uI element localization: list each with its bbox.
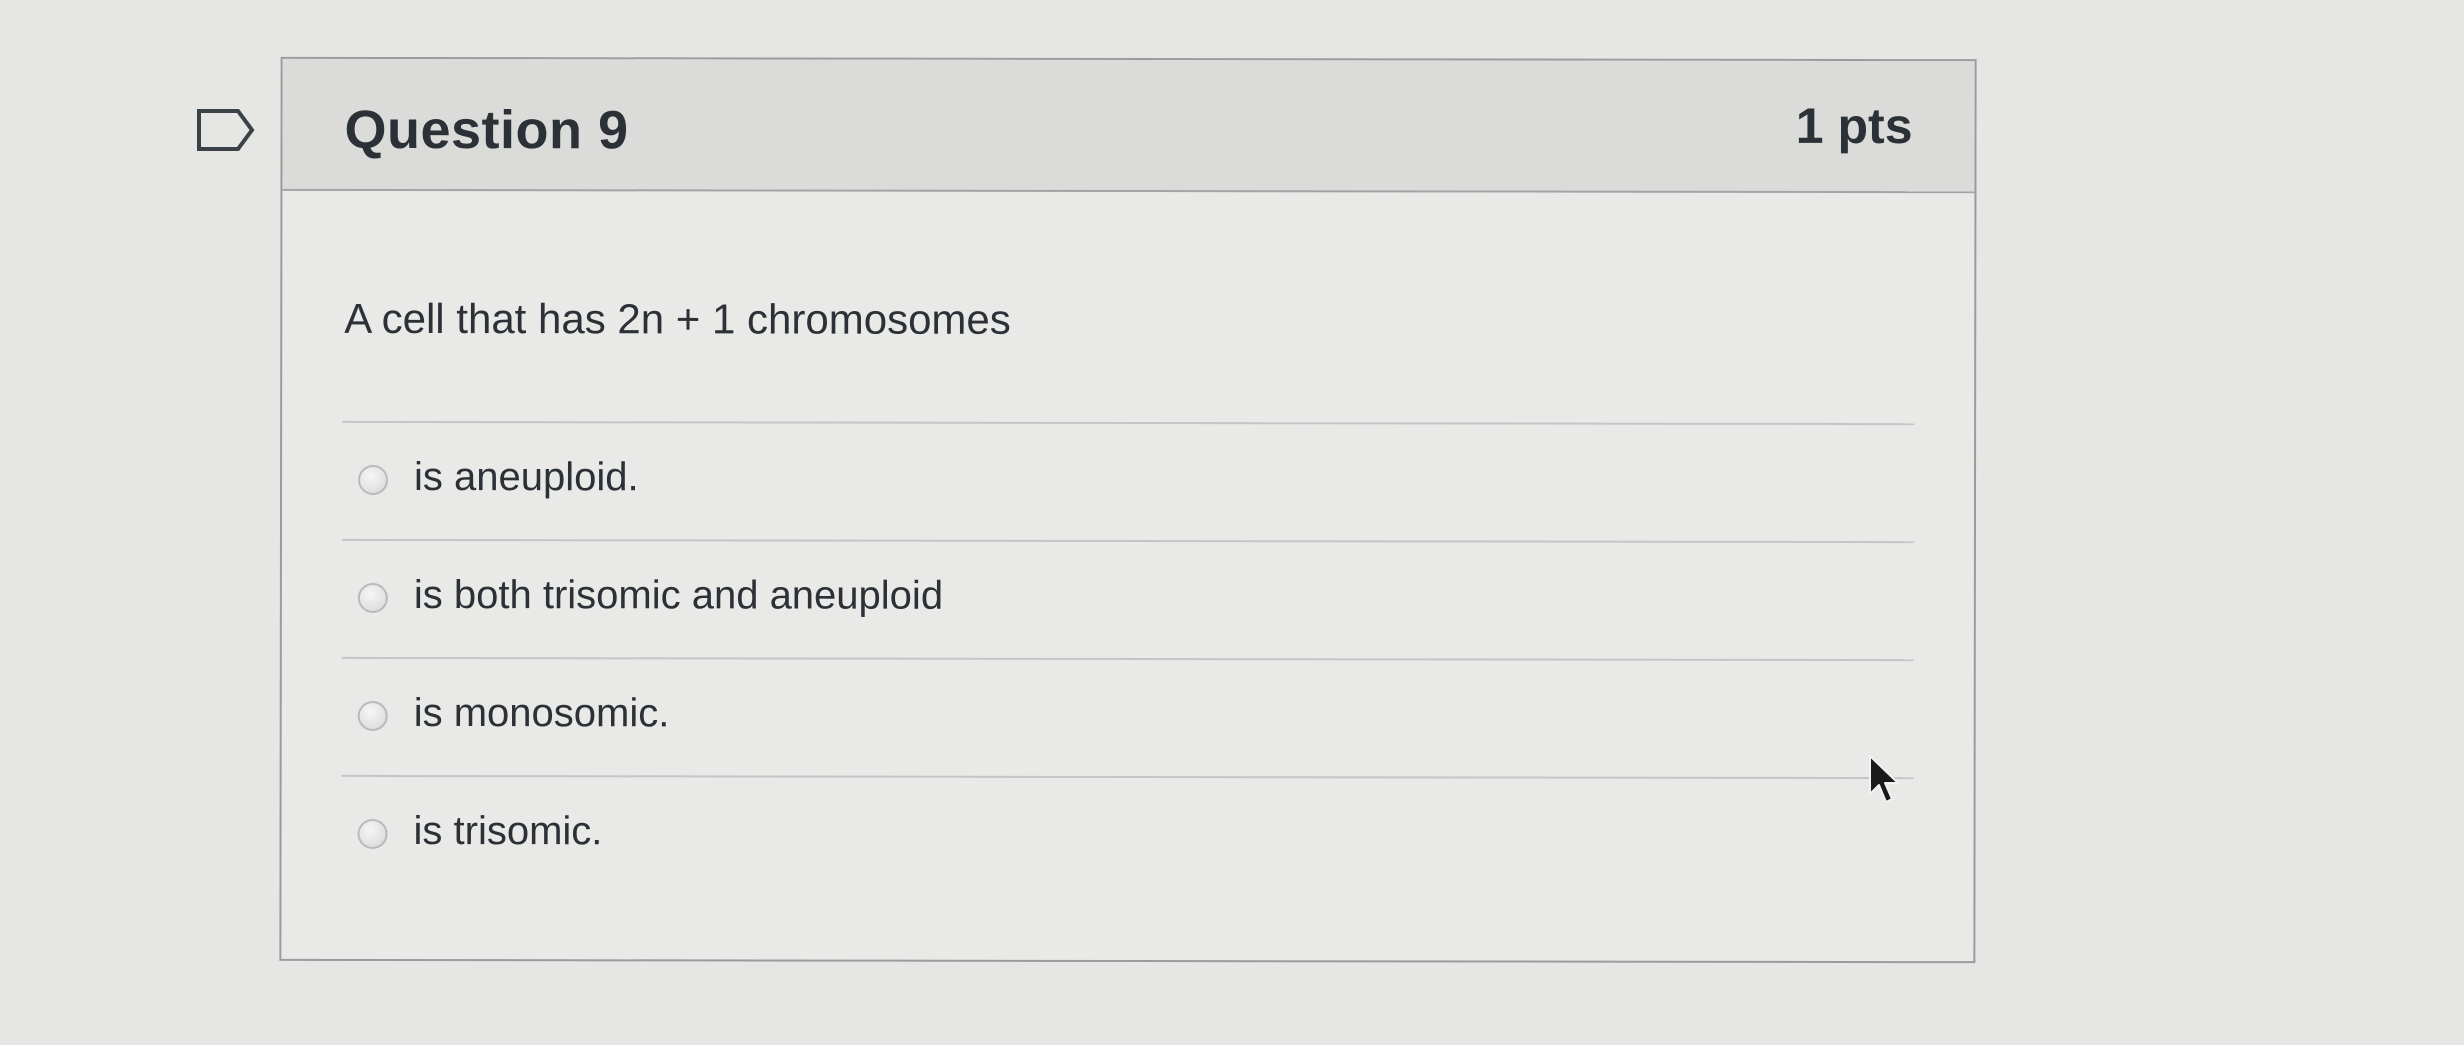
flag-question-icon[interactable]: [196, 108, 256, 152]
mouse-pointer-icon: [1868, 754, 1904, 806]
question-points: 1 pts: [1795, 97, 1913, 155]
answer-label[interactable]: is both trisomic and aneuploid: [414, 573, 943, 619]
answer-label[interactable]: is trisomic.: [414, 809, 603, 854]
answer-option[interactable]: is aneuploid.: [341, 420, 1915, 542]
answer-option[interactable]: is trisomic.: [341, 774, 1914, 896]
quiz-page: { "question": { "title": "Question 9", "…: [0, 0, 2464, 1045]
answer-label[interactable]: is monosomic.: [414, 691, 670, 736]
question-body: A cell that has 2n + 1 chromosomes is an…: [281, 191, 1974, 961]
answer-label[interactable]: is aneuploid.: [414, 455, 639, 500]
question-text: A cell that has 2n + 1 chromosomes: [344, 294, 1011, 343]
radio-button[interactable]: [357, 700, 388, 731]
question-card: Question 9 1 pts A cell that has 2n + 1 …: [279, 56, 1977, 964]
answer-option[interactable]: is monosomic.: [341, 656, 1914, 778]
answer-option[interactable]: is both trisomic and aneuploid: [341, 538, 1914, 660]
answer-list: is aneuploid. is both trisomic and aneup…: [341, 420, 1915, 896]
question-title: Question 9: [344, 99, 629, 161]
question-header: Question 9 1 pts: [282, 58, 1975, 194]
radio-button[interactable]: [358, 464, 389, 495]
radio-button[interactable]: [357, 818, 388, 849]
radio-button[interactable]: [357, 582, 388, 613]
